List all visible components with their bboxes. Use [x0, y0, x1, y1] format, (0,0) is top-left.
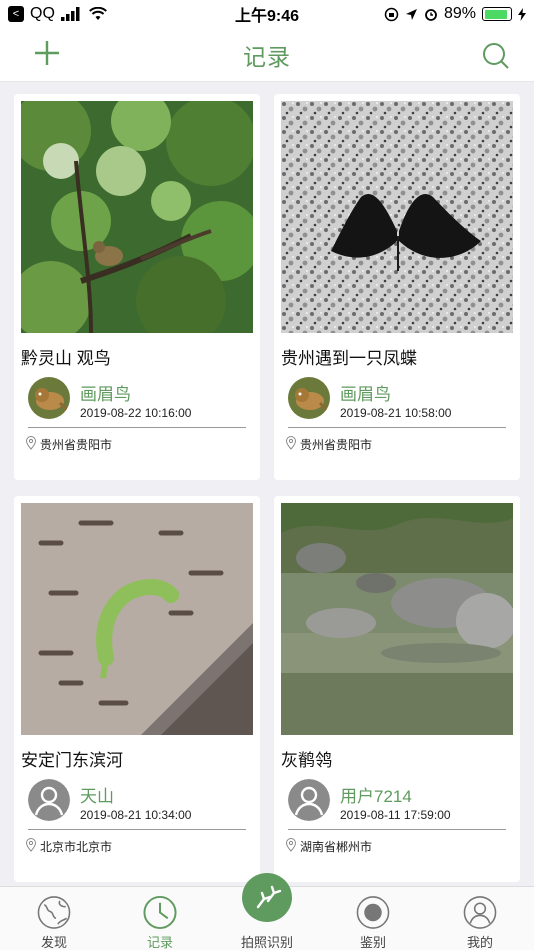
default-user-avatar[interactable]	[28, 779, 70, 821]
alarm-icon	[425, 9, 437, 21]
user-name[interactable]: 画眉鸟	[340, 380, 391, 405]
tab-label: 记录	[146, 935, 173, 950]
battery-fill	[484, 9, 507, 19]
battery-percent: 89%	[443, 5, 476, 22]
status-app-name[interactable]: QQ	[30, 5, 55, 23]
record-photo-bird-in-tree[interactable]	[21, 101, 253, 333]
tab-label: 拍照识别	[240, 935, 293, 950]
status-left: < QQ	[8, 5, 188, 23]
status-bar: < QQ 上午9:46 89%	[0, 0, 534, 28]
user-icon	[463, 896, 497, 929]
tab-label: 鉴别	[359, 935, 386, 950]
bird-avatar[interactable]	[28, 377, 70, 419]
record-dot-icon	[356, 896, 390, 929]
record-location: 贵州省贵阳市	[40, 438, 113, 452]
status-right: 89%	[346, 5, 526, 23]
user-name[interactable]: 画眉鸟	[80, 380, 131, 405]
rotation-lock-icon	[384, 7, 399, 21]
location-arrow-icon	[405, 8, 417, 20]
record-title[interactable]: 安定门东滨河	[21, 746, 123, 771]
record-card[interactable]: 黔灵山 观鸟 画眉鸟 2019-08-22 10:16:00 贵州省贵阳市	[14, 94, 260, 480]
plus-icon[interactable]	[30, 36, 64, 70]
tab-records[interactable]: 记录	[110, 887, 210, 950]
user-name[interactable]: 用户7214	[340, 782, 412, 807]
record-time: 2019-08-21 10:58:00	[340, 406, 452, 420]
clock-icon	[143, 895, 177, 930]
page-title: 记录	[243, 43, 291, 70]
bird-avatar[interactable]	[288, 377, 330, 419]
location-pin-icon	[285, 838, 297, 852]
location-pin-icon	[25, 838, 37, 852]
signal-icon	[60, 7, 80, 21]
globe-icon	[37, 896, 71, 929]
record-location: 贵州省贵阳市	[300, 438, 373, 452]
record-location: 湖南省郴州市	[300, 840, 373, 854]
record-title[interactable]: 黔灵山 观鸟	[21, 344, 111, 369]
record-photo-caterpillar-on-bark[interactable]	[21, 503, 253, 735]
camera-tracks-icon	[242, 873, 292, 922]
record-photo-butterfly-on-granite[interactable]	[281, 101, 513, 333]
default-user-avatar[interactable]	[288, 779, 330, 821]
charging-icon	[518, 7, 526, 21]
tab-label: 我的	[466, 935, 493, 950]
record-card[interactable]: 安定门东滨河 天山 2019-08-21 10:34:00 北京市北京市	[14, 496, 260, 882]
divider	[288, 427, 506, 428]
tab-discover[interactable]: 发现	[4, 887, 104, 950]
tab-photo-identify[interactable]: 拍照识别	[217, 873, 317, 950]
record-card[interactable]: 贵州遇到一只凤蝶 画眉鸟 2019-08-21 10:58:00 贵州省贵阳市	[274, 94, 520, 480]
wifi-icon	[89, 7, 107, 20]
back-to-app-icon[interactable]: <	[8, 6, 24, 22]
divider	[28, 829, 246, 830]
record-card[interactable]: 灰鹡鸰 用户7214 2019-08-11 17:59:00 湖南省郴州市	[274, 496, 520, 882]
divider	[288, 829, 506, 830]
record-photo-stream-rocks[interactable]	[281, 503, 513, 735]
tab-me[interactable]: 我的	[430, 887, 530, 950]
record-time: 2019-08-21 10:34:00	[80, 808, 192, 822]
tab-label: 发现	[40, 935, 67, 950]
search-icon[interactable]	[480, 40, 512, 72]
record-location: 北京市北京市	[40, 840, 113, 854]
battery-icon	[482, 7, 512, 21]
location-pin-icon	[285, 436, 297, 450]
record-title[interactable]: 灰鹡鸰	[281, 746, 332, 771]
record-time: 2019-08-11 17:59:00	[340, 808, 451, 822]
user-name[interactable]: 天山	[80, 782, 114, 807]
tab-bar: 发现 记录 拍照识别 鉴别 我的	[0, 873, 534, 950]
divider	[28, 427, 246, 428]
record-time: 2019-08-22 10:16:00	[80, 406, 192, 420]
record-title[interactable]: 贵州遇到一只凤蝶	[281, 344, 417, 369]
status-time: 上午9:46	[234, 8, 300, 25]
nav-header: 记录	[0, 28, 534, 82]
tab-identify[interactable]: 鉴别	[323, 887, 423, 950]
location-pin-icon	[25, 436, 37, 450]
